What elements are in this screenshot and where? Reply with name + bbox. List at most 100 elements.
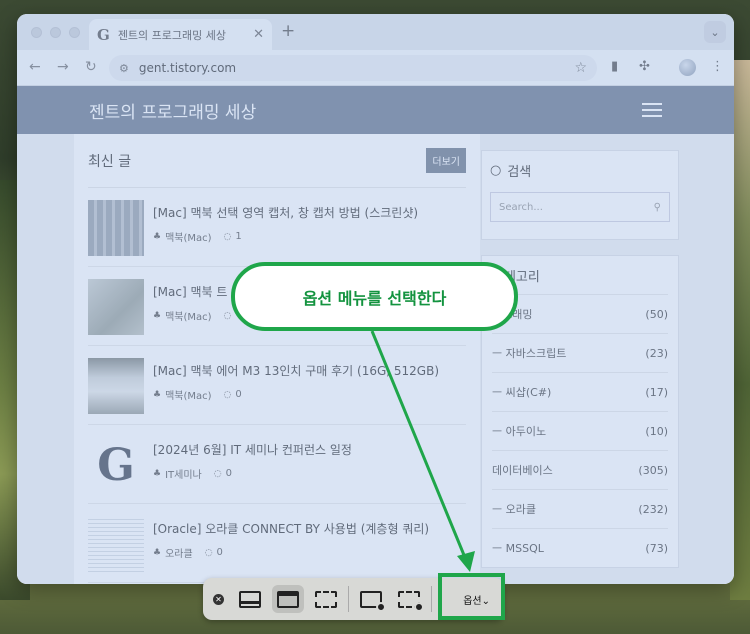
hamburger-menu-icon[interactable] [642,103,662,117]
post-meta: ♣ 맥북(Mac) ◌ 0 [153,387,439,402]
post-title[interactable]: [Mac] 맥북 선택 영역 캡처, 창 캡처 방법 (스크린샷) [153,204,418,221]
capture-window-button[interactable] [234,585,266,613]
more-menu-icon[interactable]: ⋮ [711,59,724,74]
post-category[interactable]: IT세미나 [165,466,202,481]
search-input[interactable]: Search... ⚲ [490,192,670,222]
blog-logo-g: G [97,439,135,491]
category-item[interactable]: ㅡ 씨샵(C#) (17) [492,372,668,411]
web-page: 젠트의 프로그래밍 세상 최신 글 더보기 [Mac] 맥북 선택 영역 캡처,… [17,86,734,584]
close-window-button[interactable] [31,27,42,38]
recent-posts-heading: 최신 글 [88,153,132,170]
tab-search-chevron-icon[interactable]: ⌄ [704,21,726,43]
screenshot-toolbar: ✕ 옵션⌄ [203,578,504,620]
category-item[interactable]: ㅡ 자바스크립트 (23) [492,333,668,372]
category-name: ㅡ 아두이노 [492,425,547,438]
post-meta: ♣ IT세미나 ◌ 0 [153,466,352,481]
category-icon: ♣ [153,231,162,242]
window-controls [31,27,80,38]
category-name: ㅡ 씨샵(C#) [492,386,552,399]
post-title[interactable]: [Mac] 맥북 에어 M3 13인치 구매 후기 (16G, 512GB) [153,362,439,379]
record-screen-button[interactable] [355,585,387,613]
recent-posts-panel: 최신 글 더보기 [Mac] 맥북 선택 영역 캡처, 창 캡처 방법 (스크린… [74,134,480,584]
post-category[interactable]: 맥북(Mac) [165,229,211,244]
category-count: (17) [645,385,668,399]
search-submit-icon[interactable]: ⚲ [654,202,661,213]
maximize-window-button[interactable] [69,27,80,38]
category-item[interactable]: ㅡ 아두이노 (10) [492,411,668,450]
close-capture-icon[interactable]: ✕ [213,593,224,605]
capture-entire-screen-button[interactable] [272,585,304,613]
address-bar[interactable]: ⚙ gent.tistory.com ☆ [109,55,597,81]
profile-avatar[interactable] [679,59,696,76]
reload-icon[interactable]: ↻ [85,59,97,75]
comment-icon: ◌ [213,468,222,479]
category-icon: ♣ [153,547,162,558]
category-count: (10) [645,424,668,438]
post-category[interactable]: 맥북(Mac) [165,308,211,323]
category-count: (73) [645,541,668,555]
screen-capture-icon [277,590,299,608]
back-arrow-icon[interactable]: ← [29,59,41,75]
minimize-window-button[interactable] [50,27,61,38]
category-name: ㅡ MSSQL [492,542,544,555]
tab-title: 젠트의 프로그래밍 세상 [117,28,227,42]
post-thumbnail[interactable] [88,200,144,256]
bookmark-star-icon[interactable]: ☆ [574,60,587,76]
category-item[interactable]: 로그래밍(50) [492,294,668,333]
post-item[interactable]: [Mac] 맥북 선택 영역 캡처, 창 캡처 방법 (스크린샷) ♣ 맥북(M… [88,188,466,267]
category-item[interactable]: 데이터베이스 (305) [492,450,668,489]
category-icon: ♣ [153,468,162,479]
post-title[interactable]: [Mac] 맥북 트 [153,283,231,300]
comment-icon: ◌ [223,389,232,400]
url-text: gent.tistory.com [138,61,237,75]
post-category[interactable]: 오라클 [165,545,193,560]
category-item[interactable]: ㅡ MSSQL (73) [492,528,668,567]
blog-header: 젠트의 프로그래밍 세상 [17,86,734,134]
post-meta: ♣ 맥북(Mac) ◌ [153,308,231,324]
post-thumbnail[interactable] [88,279,144,335]
search-icon: ○ [490,163,502,178]
post-title[interactable]: [2024년 6월] IT 세미나 컨퍼런스 일정 [153,441,352,458]
new-tab-icon[interactable]: + [281,21,295,41]
post-meta: ♣ 맥북(Mac) ◌ 1 [153,229,418,244]
post-item[interactable]: [Mac] 맥북 에어 M3 13인치 구매 후기 (16G, 512GB) ♣… [88,346,466,425]
category-name: ㅡ 자바스크립트 [492,347,567,360]
post-item[interactable]: G [2024년 6월] IT 세미나 컨퍼런스 일정 ♣ IT세미나 ◌ 0 [88,425,466,504]
tab-close-icon[interactable]: ✕ [253,27,264,42]
category-heading: 카테고리 [492,269,540,285]
capture-selection-button[interactable] [310,585,342,613]
search-heading-label: 검색 [507,165,532,180]
post-thumbnail[interactable]: G [88,437,144,493]
site-favicon-icon: G [97,25,110,44]
recent-posts-header: 최신 글 더보기 [88,134,466,188]
post-comment-count: 0 [235,389,242,400]
search-placeholder: Search... [499,201,543,213]
post-thumbnail[interactable] [88,358,144,414]
category-count: (23) [645,346,668,360]
category-name: 데이터베이스 [492,464,553,477]
forward-arrow-icon[interactable]: → [57,59,69,75]
browser-tab[interactable]: G 젠트의 프로그래밍 세상 ✕ [89,19,272,50]
category-icon: ♣ [153,389,162,400]
category-count: (50) [645,307,668,321]
site-info-icon[interactable]: ⚙ [119,62,129,75]
category-icon: ♣ [153,310,162,321]
post-item[interactable]: [Oracle] 오라클 CONNECT BY 사용법 (계층형 쿼리) ♣ 오… [88,504,466,583]
more-button[interactable]: 더보기 [426,148,466,173]
category-item[interactable]: ㅡ 오라클 (232) [492,489,668,528]
browser-toolbar: ← → ↻ ⚙ gent.tistory.com ☆ ▮ ✣ ⋮ [17,50,734,86]
record-selection-icon [398,590,424,612]
options-button[interactable]: 옵션⌄ [457,588,496,611]
blog-title[interactable]: 젠트의 프로그래밍 세상 [89,98,642,123]
toolbar-divider [431,586,432,612]
annotation-callout: 옵션 메뉴를 선택한다 [231,262,518,331]
post-thumbnail[interactable] [88,516,144,572]
category-name: ㅡ 오라클 [492,503,536,516]
extensions-icon[interactable]: ✣ [639,59,650,74]
post-category[interactable]: 맥북(Mac) [165,387,211,402]
reading-mode-icon[interactable]: ▮ [611,59,618,74]
tab-bar: G 젠트의 프로그래밍 세상 ✕ + ⌄ [17,14,734,50]
toolbar-divider [348,586,349,612]
record-selection-button[interactable] [393,585,425,613]
post-title[interactable]: [Oracle] 오라클 CONNECT BY 사용법 (계층형 쿼리) [153,520,429,537]
